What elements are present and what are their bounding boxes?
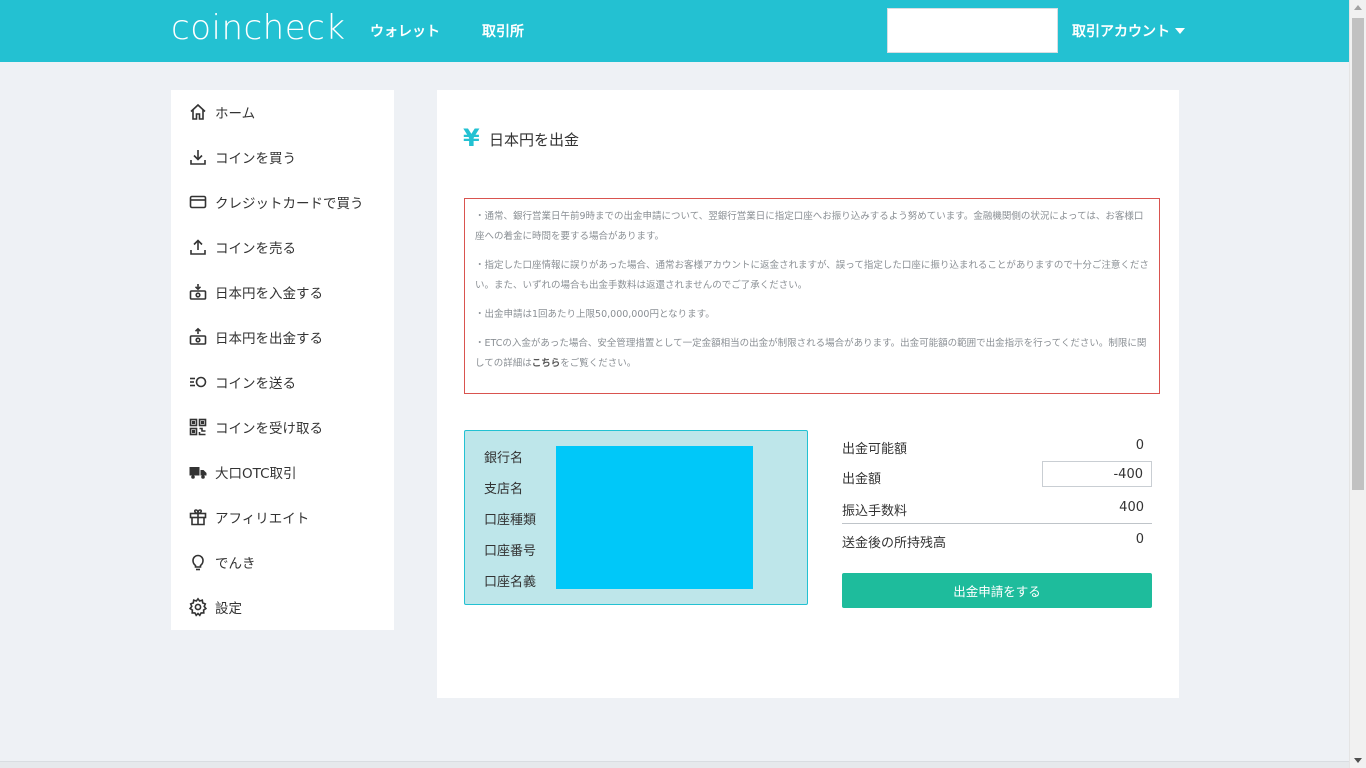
- withdraw-panel: ¥ 日本円を出金 ・通常、銀行営業日午前9時までの出金申請について、翌銀行営業日…: [437, 90, 1179, 698]
- sidebar-item-credit-card[interactable]: クレジットカードで買う: [188, 190, 364, 214]
- amount-row: 出金額: [842, 460, 1152, 488]
- divider: [842, 523, 1152, 524]
- sidebar-item-settings[interactable]: 設定: [188, 595, 242, 619]
- available-row: 出金可能額 0: [842, 432, 1152, 460]
- nav-exchange[interactable]: 取引所: [482, 21, 524, 41]
- balance-row: 送金後の所持残高 0: [842, 526, 1152, 554]
- page-title: 日本円を出金: [489, 131, 580, 149]
- sidebar-item-label: アフィリエイト: [215, 511, 310, 527]
- qr-code-icon: [188, 417, 208, 437]
- sidebar-item-receive-coin[interactable]: コインを受け取る: [188, 415, 323, 439]
- notice-text: ・指定した口座情報に誤りがあった場合、通常お客様アカウントに返金されますが、誤っ…: [475, 260, 1149, 291]
- account-menu[interactable]: 取引アカウント: [1072, 21, 1185, 41]
- notice-text: ・通常、銀行営業日午前9時までの出金申請について、翌銀行営業日に指定口座へお振り…: [475, 211, 1144, 242]
- balance-label: 送金後の所持残高: [842, 536, 947, 551]
- branch-name-label: 支店名: [484, 482, 524, 497]
- sidebar-item-label: コインを送る: [215, 376, 296, 392]
- credit-card-icon: [188, 192, 208, 212]
- account-holder-label: 口座名義: [484, 575, 537, 590]
- lightbulb-icon: [188, 552, 208, 572]
- page-footer-edge: [0, 761, 1349, 768]
- notice-text-part: をご覧ください。: [560, 358, 637, 369]
- bank-name-label: 銀行名: [484, 451, 524, 466]
- sidebar-item-otc[interactable]: 大口OTC取引: [188, 460, 297, 484]
- available-label: 出金可能額: [842, 442, 908, 457]
- details-link[interactable]: こちら: [532, 358, 561, 369]
- caret-down-icon: [1175, 28, 1185, 34]
- sidebar-item-label: クレジットカードで買う: [215, 196, 364, 212]
- submit-withdraw-button[interactable]: 出金申請をする: [842, 573, 1152, 608]
- account-menu-label: 取引アカウント: [1072, 24, 1170, 40]
- fee-label: 振込手数料: [842, 504, 908, 519]
- top-header: coincheck ウォレット 取引所 取引アカウント: [0, 0, 1349, 62]
- upload-icon: [188, 237, 208, 257]
- sidebar-item-sell-coin[interactable]: コインを売る: [188, 235, 296, 259]
- yen-withdraw-icon: [188, 327, 208, 347]
- redacted-bank-details: [556, 446, 753, 589]
- header-blank-box: [887, 8, 1058, 53]
- account-number-label: 口座番号: [484, 544, 537, 559]
- yen-deposit-icon: [188, 282, 208, 302]
- sidebar-item-buy-coin[interactable]: コインを買う: [188, 145, 296, 169]
- yen-icon: ¥: [463, 124, 480, 152]
- bank-info-box: 銀行名 支店名 口座種類 口座番号 口座名義: [464, 430, 808, 605]
- sidebar-item-affiliate[interactable]: アフィリエイト: [188, 505, 309, 529]
- sidebar-item-label: コインを買う: [215, 151, 296, 167]
- sidebar-item-label: でんき: [215, 556, 256, 572]
- scrollbar-thumb[interactable]: [1352, 18, 1364, 490]
- fee-row: 振込手数料 400: [842, 494, 1152, 522]
- scroll-down-arrow-icon[interactable]: [1354, 758, 1362, 763]
- fee-value: 400: [1119, 500, 1144, 515]
- scroll-up-arrow-icon[interactable]: [1354, 5, 1362, 10]
- gift-icon: [188, 507, 208, 527]
- account-type-label: 口座種類: [484, 513, 537, 528]
- nav-wallet[interactable]: ウォレット: [370, 21, 440, 41]
- notice-box: ・通常、銀行営業日午前9時までの出金申請について、翌銀行営業日に指定口座へお振り…: [464, 198, 1160, 394]
- sidebar-item-label: 設定: [215, 601, 242, 617]
- sidebar-item-deposit-yen[interactable]: 日本円を入金する: [188, 280, 323, 304]
- notice-text: ・出金申請は1回あたり上限50,000,000円となります。: [475, 309, 715, 320]
- coincheck-logo[interactable]: coincheck: [171, 8, 346, 48]
- gear-icon: [188, 597, 208, 617]
- amount-label: 出金額: [842, 472, 882, 487]
- sidebar-item-label: 日本円を入金する: [215, 286, 323, 302]
- send-coin-icon: [188, 372, 208, 392]
- vertical-scrollbar[interactable]: [1349, 0, 1366, 768]
- sidebar: ホーム コインを買う クレジットカードで買う コインを売る 日本円を入金する 日…: [171, 90, 394, 630]
- balance-value: 0: [1135, 532, 1144, 547]
- sidebar-item-label: コインを受け取る: [215, 421, 323, 437]
- sidebar-item-label: 日本円を出金する: [215, 331, 323, 347]
- sidebar-item-label: コインを売る: [215, 241, 296, 257]
- sidebar-item-label: ホーム: [215, 106, 256, 122]
- amount-input[interactable]: [1042, 461, 1152, 487]
- sidebar-item-denki[interactable]: でんき: [188, 550, 256, 574]
- sidebar-item-home[interactable]: ホーム: [188, 100, 255, 124]
- download-icon: [188, 147, 208, 167]
- sidebar-item-send-coin[interactable]: コインを送る: [188, 370, 296, 394]
- notice-text: ・ETCの入金があった場合、安全管理措置として一定金額相当の出金が制限される場合…: [475, 334, 1149, 374]
- sidebar-item-withdraw-yen[interactable]: 日本円を出金する: [188, 325, 323, 349]
- home-icon: [188, 102, 208, 122]
- available-value: 0: [1135, 438, 1144, 453]
- truck-icon: [188, 462, 208, 482]
- sidebar-item-label: 大口OTC取引: [215, 466, 297, 482]
